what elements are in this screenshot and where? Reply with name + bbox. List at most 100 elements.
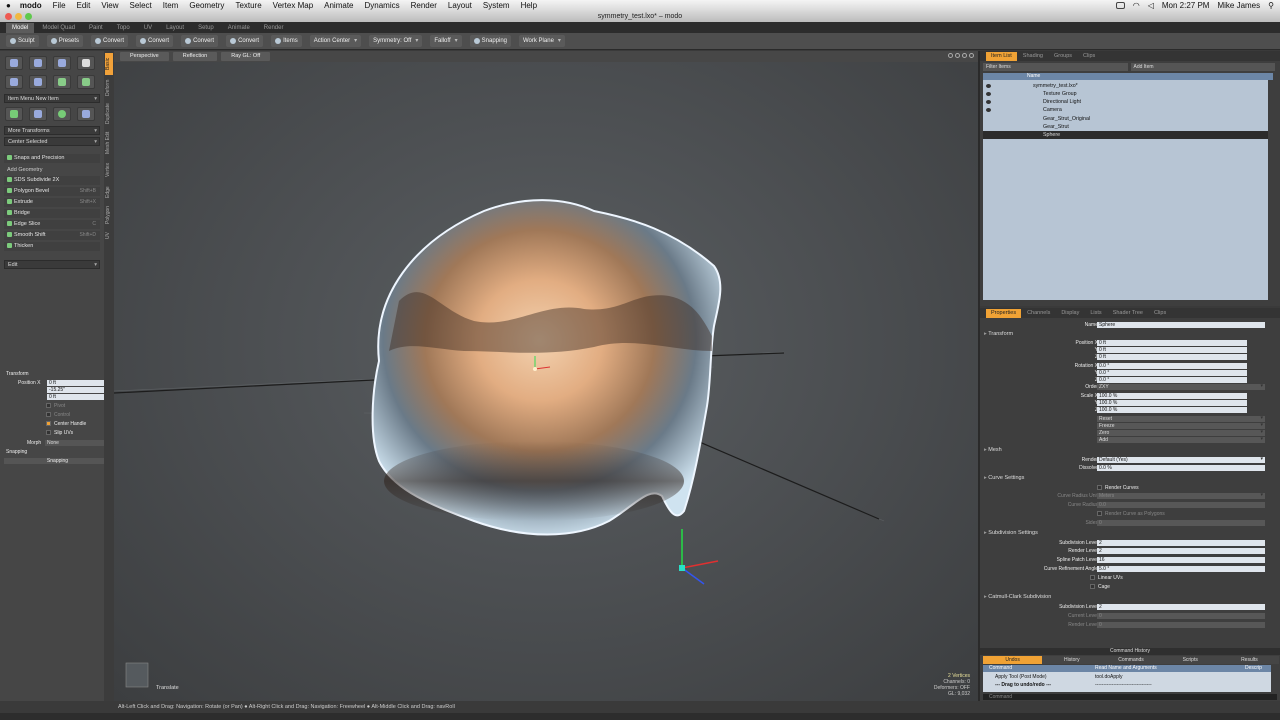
pivot-center-handle[interactable] [533,367,537,371]
rotate-view-icon[interactable] [955,53,960,58]
snapping-button[interactable]: Snapping [469,35,511,47]
clock[interactable]: Mon 2:27 PM [1162,1,1210,10]
transform-section[interactable]: Transform [984,331,1013,337]
command-row-cmd[interactable]: Apply Tool (Post Mode) [995,674,1047,680]
viewport-canvas[interactable] [114,51,978,701]
catmull-clark-section[interactable]: Catmull-Clark Subdivision [984,594,1051,600]
close-window-icon[interactable] [5,13,12,20]
convert-edges-button[interactable]: Convert [136,35,174,47]
menu-animate[interactable]: Animate [324,1,353,10]
subdivision-level-field[interactable]: 2 [1097,540,1265,546]
render-level-field[interactable]: 2 [1097,548,1265,554]
cone-primitive-button[interactable] [5,107,23,121]
mesh-section[interactable]: Mesh [984,447,1001,453]
tab-results[interactable]: Results [1219,656,1280,664]
snapping-toggle[interactable]: Snapping [4,458,109,464]
tab-lists[interactable]: Lists [1085,309,1106,318]
tool-sds-subdivide[interactable]: SDS Subdivide 2X [4,176,100,185]
cube-primitive-button[interactable] [29,107,47,121]
render-curves-checkbox[interactable] [1097,485,1102,490]
menu-geometry[interactable]: Geometry [189,1,224,10]
curve-refinement-field[interactable]: 5.0 ° [1097,566,1265,572]
pivot-checkbox[interactable] [46,403,51,408]
vtab-uv[interactable]: UV [105,229,113,243]
layout-tab-setup[interactable]: Setup [192,23,220,33]
vtab-deform[interactable]: Deform [105,77,113,99]
menu-layout[interactable]: Layout [448,1,472,10]
render-curve-polygons-checkbox[interactable] [1097,511,1102,516]
rotation-y-field[interactable]: 0.0 ° [1097,370,1247,376]
items-button[interactable]: Items [271,35,302,47]
tool-smooth-shift[interactable]: Smooth Shift Shift+D [4,231,100,240]
presets-button[interactable]: Presets [46,35,84,47]
push-tool-button[interactable] [29,75,47,89]
tool-position-z[interactable]: 0 ft [47,394,109,400]
convert-vertices-button[interactable]: Convert [91,35,129,47]
tool-position-x[interactable]: 0 ft [47,380,109,386]
perspective-button[interactable]: Perspective [120,52,169,61]
cc-render-level-field[interactable]: 0 [1097,622,1265,628]
tab-properties[interactable]: Properties [986,309,1022,318]
morph-dropdown[interactable]: None [45,439,109,446]
tool-extrude[interactable]: Extrude Shift+X [4,198,100,207]
menu-help[interactable]: Help [521,1,537,10]
battery-icon[interactable] [1115,2,1125,9]
tool-edge-slice[interactable]: Edge Slice C [4,220,100,229]
pan-icon[interactable] [948,53,953,58]
tab-groups[interactable]: Groups [1049,52,1077,61]
reset-dropdown[interactable]: Reset [1097,415,1265,422]
layout-tab-uv[interactable]: UV [138,23,158,33]
layout-tab-paint[interactable]: Paint [83,23,109,33]
sides-field[interactable]: 0 [1097,520,1265,526]
spotlight-icon[interactable]: ⚲ [1268,1,1274,10]
eye-icon[interactable] [986,92,991,96]
menu-edit[interactable]: Edit [77,1,91,10]
eye-icon[interactable] [986,108,991,112]
volume-icon[interactable]: ◁ [1148,1,1154,10]
symmetry-dropdown[interactable]: Symmetry: Off [369,35,423,47]
tool-bridge[interactable]: Bridge [4,209,100,218]
current-level-field[interactable]: 0 [1097,613,1265,619]
center-selected-dropdown[interactable]: Center Selected [4,137,100,147]
tab-clips[interactable]: Clips [1078,52,1100,61]
drag-undo-row[interactable]: --- Drag to undo/redo --- [995,682,1051,688]
tool-position-y[interactable]: -15.25" [47,387,109,393]
vtab-vertex[interactable]: Vertex [105,159,113,181]
filter-items-dropdown[interactable]: Filter Items [983,63,1128,71]
tool-thicken[interactable]: Thicken [4,242,100,251]
tab-display[interactable]: Display [1056,309,1084,318]
tab-item-list[interactable]: Item List [986,52,1017,61]
convert-materials-button[interactable]: Convert [226,35,264,47]
item-row-directional-light[interactable]: Directional Light [983,98,1268,106]
menu-vertex-map[interactable]: Vertex Map [273,1,313,10]
sphere-primitive-button[interactable] [53,107,71,121]
view-orientation-cube[interactable] [125,662,149,688]
menu-file[interactable]: File [53,1,66,10]
zoom-window-icon[interactable] [25,13,32,20]
command-input[interactable]: Command [983,694,1277,700]
position-y-field[interactable]: 0 ft [1097,347,1247,353]
item-row-gear-strut-original[interactable]: Gear_Strut_Original [983,115,1268,123]
wifi-icon[interactable]: ◠ [1133,1,1140,10]
scale-x-field[interactable]: 100.0 % [1097,393,1247,399]
raygl-button[interactable]: Ray GL: Off [221,52,271,61]
tab-scripts[interactable]: Scripts [1160,656,1220,664]
3d-viewport[interactable]: Perspective Reflection Ray GL: Off Trans… [114,51,978,701]
vtab-edge[interactable]: Edge [105,183,113,201]
app-menu[interactable]: modo [20,1,42,10]
tab-shading[interactable]: Shading [1018,52,1048,61]
vtab-basic[interactable]: Basic [105,53,113,75]
user-name[interactable]: Mike James [1217,1,1260,10]
zero-dropdown[interactable]: Zero [1097,429,1265,436]
dissolve-field[interactable]: 0.0 % [1097,465,1265,471]
item-list[interactable]: symmetry_test.lxo* Texture Group Directi… [983,80,1268,300]
menu-dynamics[interactable]: Dynamics [365,1,400,10]
curve-settings-section[interactable]: Curve Settings [984,475,1024,481]
layout-tab-topo[interactable]: Topo [111,23,136,33]
element-move-button[interactable] [5,75,23,89]
scale-y-field[interactable]: 100.0 % [1097,400,1247,406]
spline-patch-field[interactable]: 16 [1097,557,1265,563]
scale-tool-button[interactable] [53,56,71,70]
linear-uvs-checkbox[interactable] [1090,575,1095,580]
snaps-precision-button[interactable]: Snaps and Precision [4,154,100,163]
